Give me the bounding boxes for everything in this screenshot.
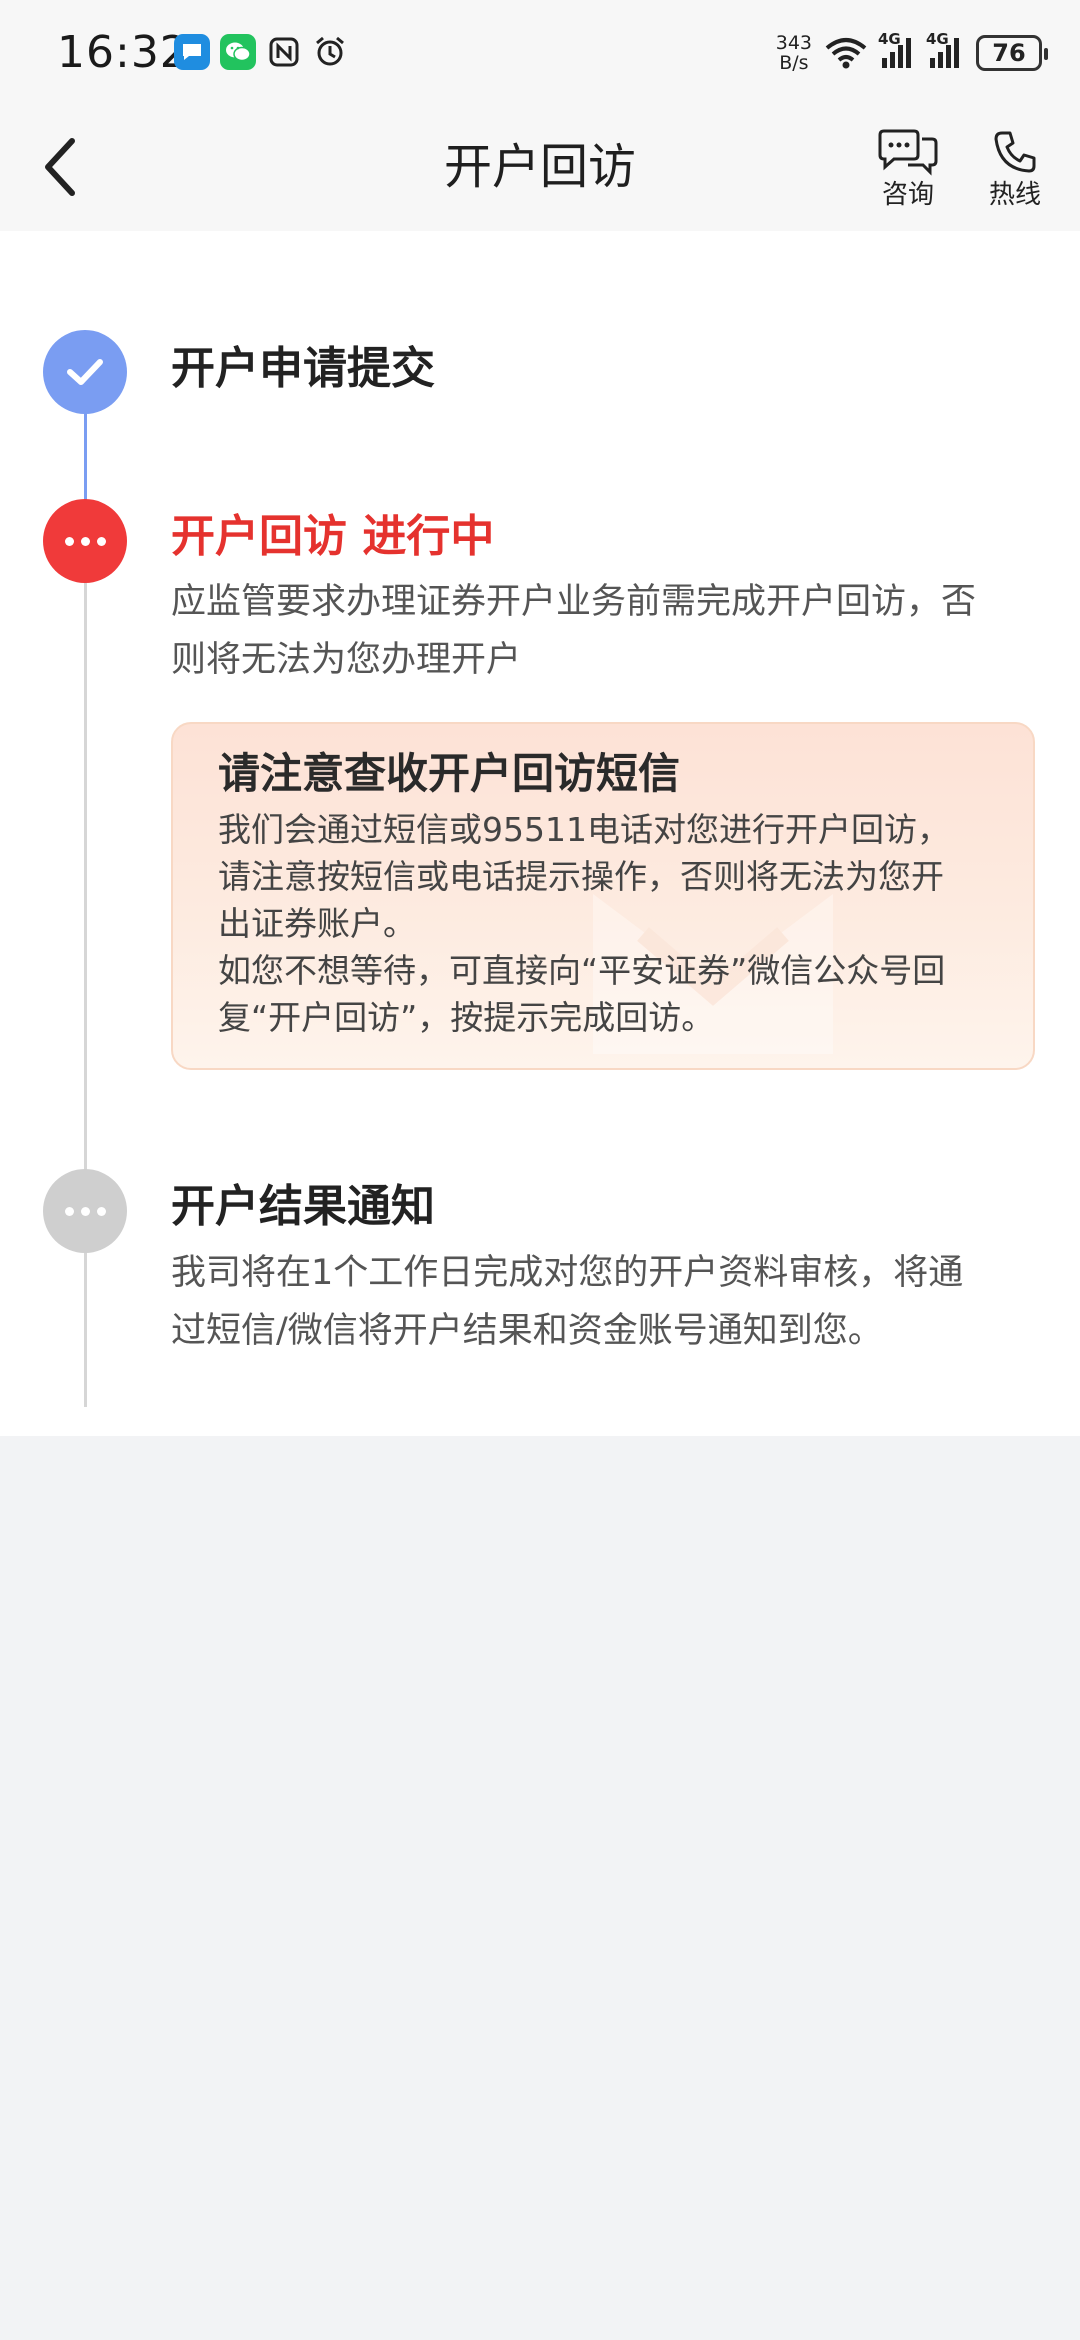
step-title-callback: 开户回访 进行中 xyxy=(171,511,495,562)
status-time: 16:32 xyxy=(57,27,189,78)
notice-title: 请注意查收开户回访短信 xyxy=(218,749,681,798)
step-done-indicator xyxy=(43,330,127,414)
notice-body: 我们会通过短信或95511电话对您进行开户回访， 请注意按短信或电话提示操作，否… xyxy=(218,810,950,1037)
step-description-callback: 应监管要求办理证券开户业务前需完成开户回访，否 则将无法为您办理开户 xyxy=(171,582,977,680)
signal-icon: 4G xyxy=(878,30,916,70)
hotline-label: 热线 xyxy=(988,180,1041,210)
progress-card: 开户申请提交 开户回访 进行中 应监管要求办理证券开户业务前需完成开户回访，否 … xyxy=(0,231,1080,1436)
more-dots-icon xyxy=(64,1206,106,1216)
system-icons: 343 B/s 4G 4G 76 xyxy=(775,30,1048,76)
consult-label: 咨询 xyxy=(881,180,934,210)
step-description-result: 我司将在1个工作日完成对您的开户资料审核，将通 过短信/微信将开户结果和资金账号… xyxy=(171,1253,964,1351)
step-active-indicator xyxy=(43,499,127,583)
notification-icons xyxy=(174,34,348,70)
chat-bubbles-icon xyxy=(878,129,938,176)
timeline-connector-pending xyxy=(84,573,87,1407)
phone-icon xyxy=(994,131,1036,173)
wifi-icon xyxy=(825,38,867,69)
step-title-submitted: 开户申请提交 xyxy=(171,343,435,394)
status-bar: 16:32 343 B/s 4G 4G 76 xyxy=(0,0,1080,105)
step-title-result: 开户结果通知 xyxy=(171,1181,435,1232)
nfc-icon xyxy=(266,34,302,70)
alarm-icon xyxy=(312,34,348,70)
more-dots-icon xyxy=(64,536,106,546)
timeline-connector-done xyxy=(84,411,87,504)
wechat-icon xyxy=(220,34,256,70)
nav-bar: 开户回访 咨询 热线 xyxy=(0,105,1080,231)
message-icon xyxy=(174,34,210,70)
hotline-button[interactable]: 热线 xyxy=(970,127,1060,211)
consult-button[interactable]: 咨询 xyxy=(863,127,953,211)
network-speed: 343 B/s xyxy=(775,32,812,74)
checkmark-icon xyxy=(67,359,103,385)
signal-icon: 4G xyxy=(926,30,964,70)
battery-icon: 76 xyxy=(976,35,1048,71)
step-pending-indicator xyxy=(43,1169,127,1253)
sms-notice-box: 请注意查收开户回访短信 我们会通过短信或95511电话对您进行开户回访， 请注意… xyxy=(171,722,1035,1070)
